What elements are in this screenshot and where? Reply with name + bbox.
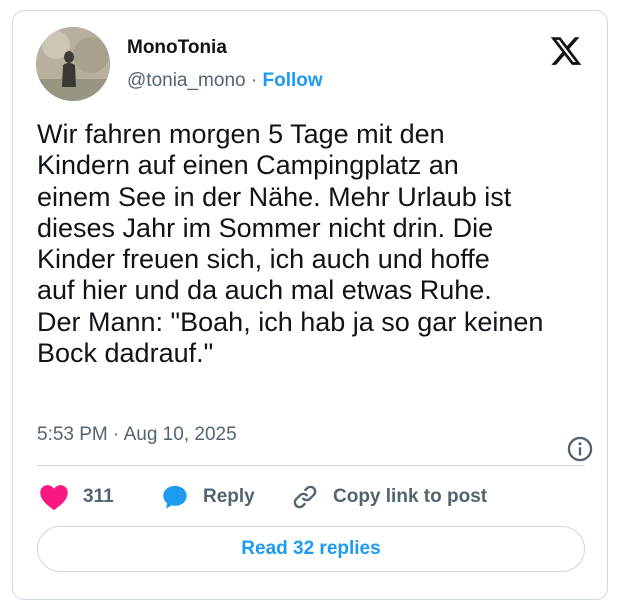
link-icon	[293, 485, 317, 509]
avatar-photo-icon	[36, 27, 110, 101]
x-logo-icon[interactable]	[549, 34, 583, 68]
author-name[interactable]: MonoTonia	[127, 37, 227, 59]
copy-link-label: Copy link to post	[333, 486, 488, 507]
follow-button[interactable]: Follow	[262, 70, 322, 91]
like-button[interactable]: 311	[39, 481, 114, 513]
like-count: 311	[83, 486, 114, 507]
reply-button[interactable]: Reply	[161, 481, 255, 513]
author-handle[interactable]: @tonia_mono	[127, 70, 246, 91]
speech-bubble-icon	[163, 485, 187, 509]
reply-label: Reply	[203, 486, 255, 507]
heart-icon	[40, 485, 68, 511]
info-icon[interactable]	[566, 435, 594, 463]
tweet-card: MonoTonia @tonia_mono · Follow Wir fahre…	[12, 10, 608, 600]
tweet-text: Wir fahren morgen 5 Tage mit den Kindern…	[37, 119, 544, 369]
separator-dot: ·	[245, 70, 263, 91]
tweet-timestamp[interactable]: 5:53 PM · Aug 10, 2025	[37, 424, 237, 446]
copy-link-button[interactable]: Copy link to post	[291, 481, 487, 513]
author-handle-row: @tonia_mono · Follow	[127, 70, 323, 92]
avatar[interactable]	[36, 27, 110, 101]
divider	[37, 465, 585, 466]
read-replies-button[interactable]: Read 32 replies	[37, 526, 585, 572]
